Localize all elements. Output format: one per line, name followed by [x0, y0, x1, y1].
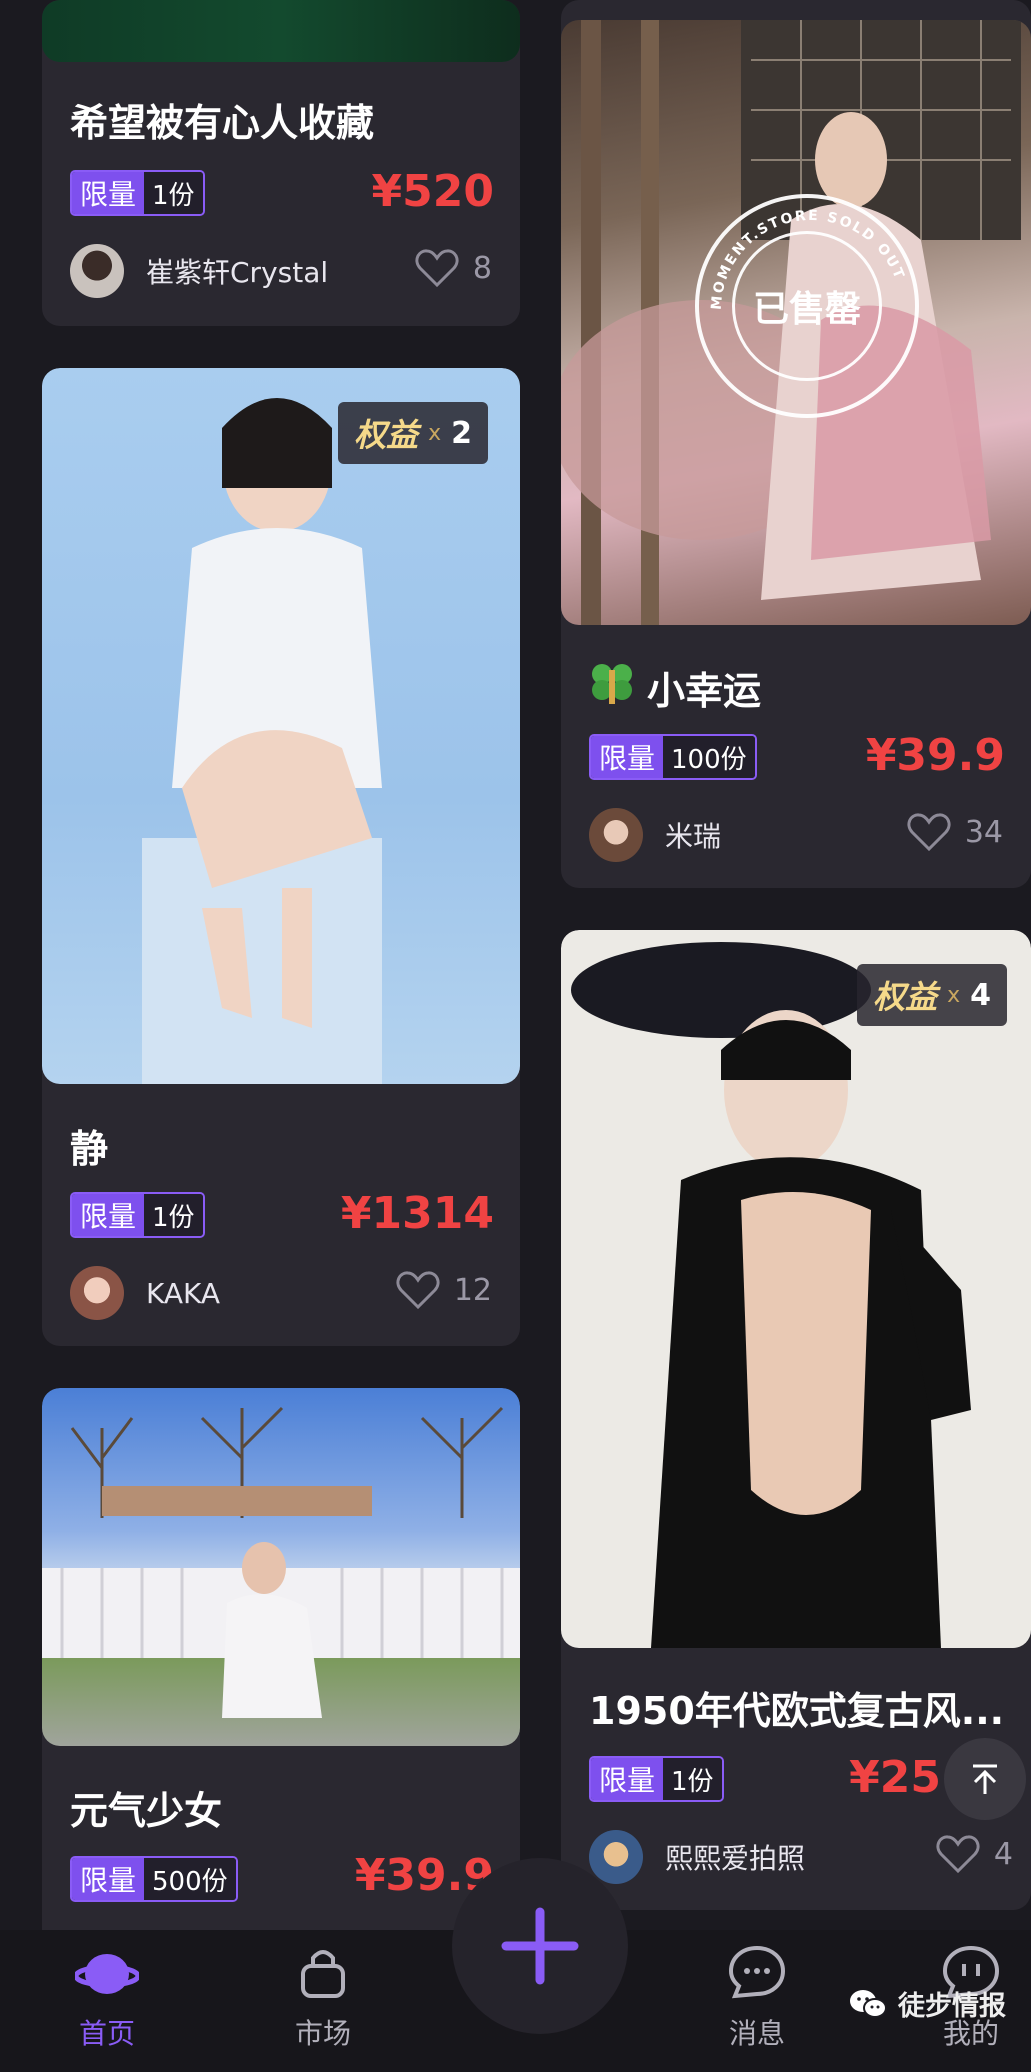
sold-out-ring-text: MOMENT.STORE SOLD OUT	[709, 208, 906, 311]
limit-tag: 限量	[72, 1194, 145, 1236]
like-button[interactable]: 34	[907, 812, 1003, 852]
tab-label: 消息	[728, 2017, 785, 2050]
rights-count: 4	[970, 977, 991, 1013]
tab-market[interactable]: 市场	[258, 1944, 388, 2052]
heart-icon	[907, 813, 951, 852]
wechat-icon	[850, 1989, 887, 2018]
feed-page: 希望被有心人收藏 限量 1份 ¥520 崔紫轩Crystal 8 MOMENT.…	[0, 0, 1031, 2072]
watermark-text: 徒步情报	[898, 1991, 1006, 2022]
svg-text:MOMENT.STORE SOLD OUT: MOMENT.STORE SOLD OUT	[709, 208, 908, 311]
clover-icon	[589, 660, 635, 706]
creator-name: 米瑞	[665, 820, 722, 853]
scroll-to-top-button[interactable]	[944, 1738, 1026, 1820]
rights-label: 权益	[354, 416, 419, 454]
artwork-title: 希望被有心人收藏	[70, 101, 375, 145]
edition-quantity: 500份	[144, 1858, 236, 1900]
create-button[interactable]	[452, 1858, 628, 2034]
creator-name: KAKA	[146, 1276, 221, 1310]
tab-home[interactable]: 首页	[42, 1944, 172, 2052]
like-button[interactable]: 8	[415, 248, 492, 288]
tab-label: 市场	[294, 2017, 351, 2050]
like-count: 34	[964, 814, 1003, 850]
artwork-image	[42, 368, 520, 1084]
creator-info[interactable]: 米瑞	[589, 808, 721, 862]
heart-icon	[936, 1835, 980, 1874]
limit-tag: 限量	[72, 1858, 145, 1900]
like-count: 4	[993, 1836, 1013, 1872]
creator-name: 崔紫轩Crystal	[146, 256, 329, 289]
edition-quantity: 1份	[663, 1758, 722, 1800]
creator-avatar	[589, 1830, 643, 1884]
creator-avatar	[70, 244, 124, 298]
planet-icon	[75, 1954, 139, 1994]
heart-icon	[396, 1271, 440, 1310]
artwork-price: ¥1314	[340, 1188, 494, 1239]
rights-count: 2	[451, 415, 472, 451]
artwork-card[interactable]: MOMENT.STORE SOLD OUT 已售罄 小幸运 限量 100份 ¥3…	[561, 0, 1031, 888]
like-button[interactable]: 12	[396, 1270, 492, 1310]
rights-multiplier: x	[428, 420, 442, 446]
plus-icon	[501, 1907, 579, 1985]
limited-quantity-badge: 限量 1份	[70, 170, 205, 216]
like-count: 12	[453, 1272, 492, 1308]
edition-quantity: 1份	[144, 1194, 203, 1236]
artwork-card[interactable]: 元气少女 限量 500份 ¥39.9	[42, 1388, 520, 1948]
artwork-photo-illustration	[142, 398, 382, 1084]
rights-badge: 权益 x 2	[338, 402, 488, 464]
tab-label: 首页	[78, 2017, 135, 2050]
rights-multiplier: x	[947, 982, 961, 1008]
tab-messages[interactable]: 消息	[692, 1944, 822, 2052]
artwork-title: 元气少女	[70, 1789, 223, 1833]
edition-quantity: 1份	[144, 172, 203, 214]
artwork-price: ¥25	[849, 1752, 941, 1803]
artwork-price: ¥39.9	[865, 730, 1005, 781]
limit-tag: 限量	[591, 736, 664, 778]
creator-info[interactable]: KAKA	[70, 1266, 220, 1320]
watermark: 徒步情报	[848, 1984, 1006, 2023]
limited-quantity-badge: 限量 100份	[589, 734, 757, 780]
creator-info[interactable]: 崔紫轩Crystal	[70, 244, 328, 298]
limit-tag: 限量	[591, 1758, 664, 1800]
artwork-card[interactable]: 希望被有心人收藏 限量 1份 ¥520 崔紫轩Crystal 8	[42, 0, 520, 326]
artwork-title: 小幸运	[647, 669, 762, 713]
arrow-up-icon	[973, 1764, 997, 1794]
limited-quantity-badge: 限量 500份	[70, 1856, 238, 1902]
shopping-bag-icon	[301, 1950, 345, 1998]
artwork-price: ¥520	[371, 166, 494, 217]
artwork-photo-illustration	[42, 1406, 520, 1718]
creator-info[interactable]: 熙熙爱拍照	[589, 1830, 805, 1884]
sold-out-stamp: MOMENT.STORE SOLD OUT 已售罄	[695, 194, 919, 418]
creator-name: 熙熙爱拍照	[665, 1842, 806, 1875]
artwork-title: 1950年代欧式复古风...	[589, 1689, 1005, 1733]
limit-tag: 限量	[72, 172, 145, 214]
rights-badge: 权益 x 4	[857, 964, 1007, 1026]
rights-label: 权益	[873, 978, 938, 1016]
creator-avatar	[589, 808, 643, 862]
artwork-card[interactable]: 权益 x 2 静 限量 1份 ¥1314 KAKA 12	[42, 368, 520, 1346]
artwork-photo-illustration	[571, 942, 971, 1648]
like-button[interactable]: 4	[936, 1834, 1013, 1874]
artwork-image	[561, 930, 1031, 1648]
artwork-image	[42, 1388, 520, 1746]
artwork-title: 静	[70, 1127, 109, 1171]
chat-bubble-icon	[728, 1945, 786, 1999]
limited-quantity-badge: 限量 1份	[70, 1192, 205, 1238]
creator-avatar	[70, 1266, 124, 1320]
heart-icon	[415, 249, 459, 288]
sold-out-ring: MOMENT.STORE SOLD OUT	[709, 208, 908, 311]
edition-quantity: 100份	[663, 736, 755, 778]
like-count: 8	[472, 250, 492, 286]
limited-quantity-badge: 限量 1份	[589, 1756, 724, 1802]
artwork-image	[42, 0, 520, 62]
